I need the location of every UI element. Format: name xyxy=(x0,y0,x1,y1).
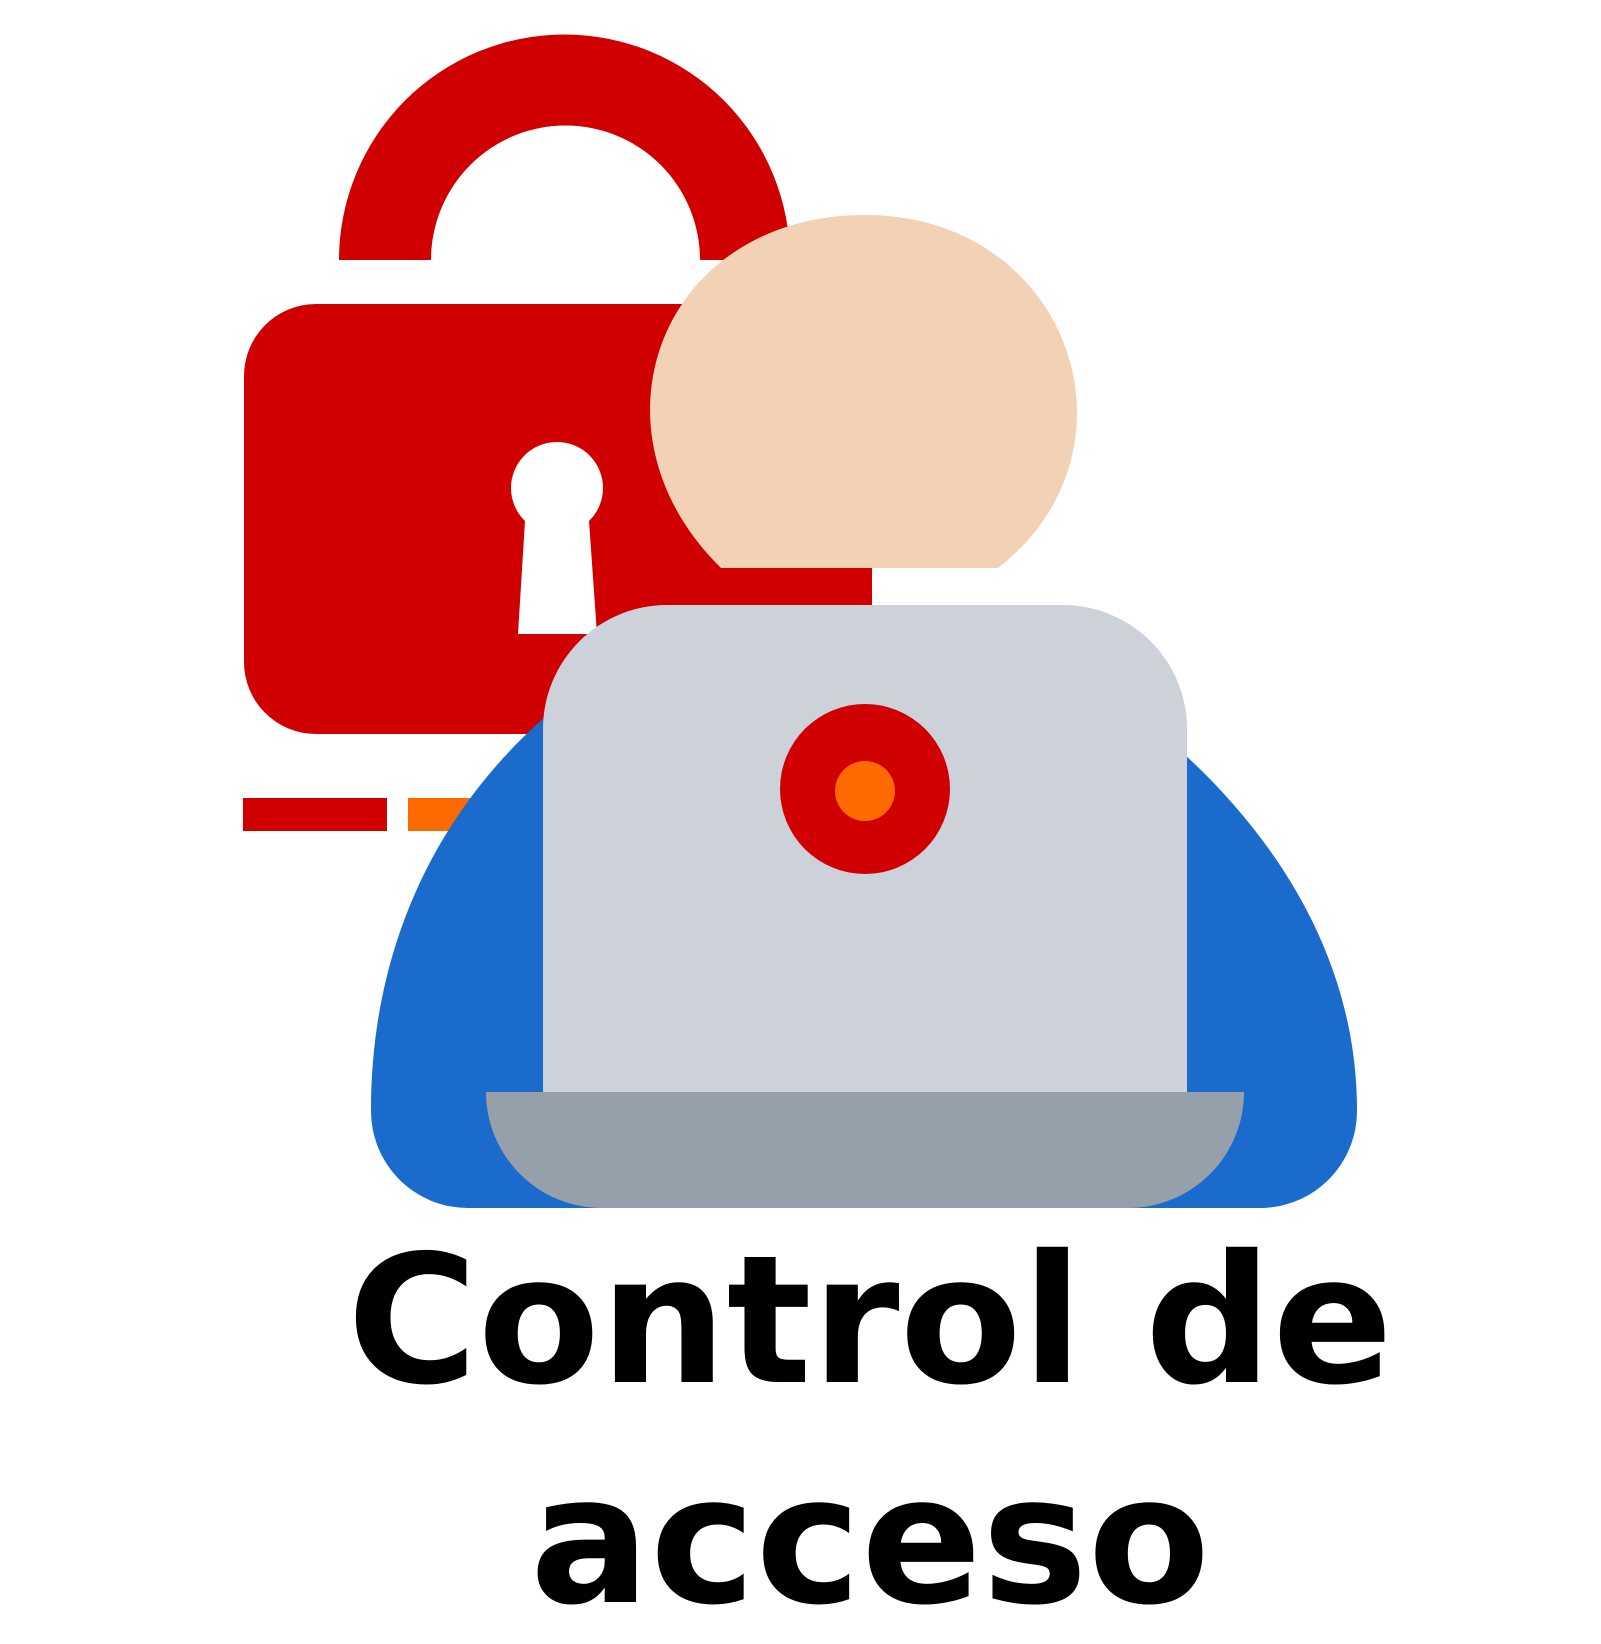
camera-dot-center xyxy=(835,761,895,821)
laptop-icon xyxy=(486,605,1244,1208)
laptop-base xyxy=(486,1092,1244,1208)
caption-line-2: acceso xyxy=(529,1437,1211,1644)
keyhole-icon xyxy=(511,441,604,634)
status-bar-red xyxy=(243,798,387,831)
padlock-shackle xyxy=(339,34,790,261)
laptop-lid-bottom xyxy=(543,900,1187,1092)
caption-line-1: Control de xyxy=(347,1217,1393,1424)
user-head xyxy=(650,215,1077,568)
